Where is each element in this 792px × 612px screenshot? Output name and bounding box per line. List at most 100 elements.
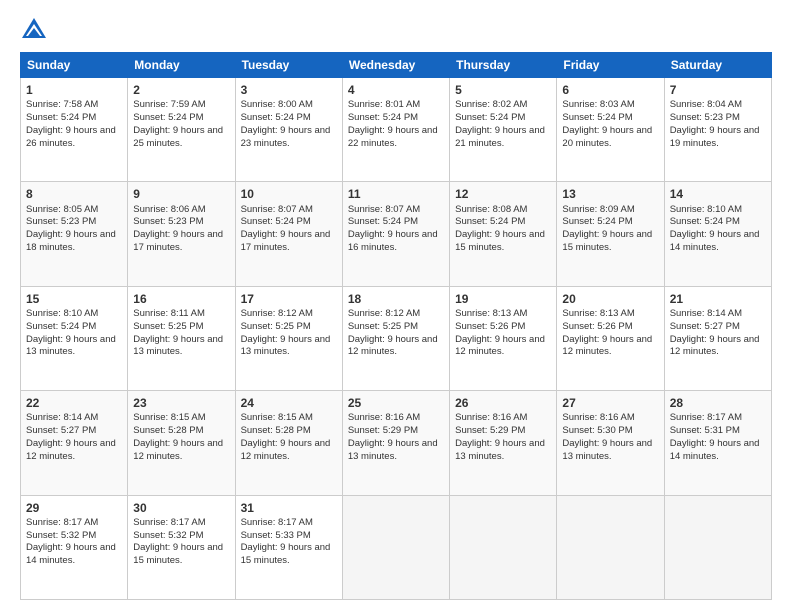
daylight-label: Daylight: 9 hours and 14 minutes. bbox=[670, 229, 760, 253]
sunset-label: Sunset: 5:24 PM bbox=[348, 216, 418, 227]
calendar-cell: 27 Sunrise: 8:16 AM Sunset: 5:30 PM Dayl… bbox=[557, 391, 664, 495]
sunrise-label: Sunrise: 8:10 AM bbox=[670, 204, 742, 215]
sunset-label: Sunset: 5:33 PM bbox=[241, 530, 311, 541]
calendar-table: SundayMondayTuesdayWednesdayThursdayFrid… bbox=[20, 52, 772, 600]
daylight-label: Daylight: 9 hours and 19 minutes. bbox=[670, 125, 760, 149]
sunset-label: Sunset: 5:26 PM bbox=[562, 321, 632, 332]
day-number: 14 bbox=[670, 186, 766, 202]
day-number: 22 bbox=[26, 395, 122, 411]
daylight-label: Daylight: 9 hours and 12 minutes. bbox=[348, 334, 438, 358]
daylight-label: Daylight: 9 hours and 17 minutes. bbox=[133, 229, 223, 253]
daylight-label: Daylight: 9 hours and 20 minutes. bbox=[562, 125, 652, 149]
day-number: 3 bbox=[241, 82, 337, 98]
calendar-cell: 13 Sunrise: 8:09 AM Sunset: 5:24 PM Dayl… bbox=[557, 182, 664, 286]
sunset-label: Sunset: 5:30 PM bbox=[562, 425, 632, 436]
sunset-label: Sunset: 5:24 PM bbox=[26, 112, 96, 123]
sunset-label: Sunset: 5:23 PM bbox=[133, 216, 203, 227]
calendar-week-4: 22 Sunrise: 8:14 AM Sunset: 5:27 PM Dayl… bbox=[21, 391, 772, 495]
calendar-cell: 18 Sunrise: 8:12 AM Sunset: 5:25 PM Dayl… bbox=[342, 286, 449, 390]
sunrise-label: Sunrise: 8:09 AM bbox=[562, 204, 634, 215]
daylight-label: Daylight: 9 hours and 15 minutes. bbox=[241, 542, 331, 566]
calendar-cell: 16 Sunrise: 8:11 AM Sunset: 5:25 PM Dayl… bbox=[128, 286, 235, 390]
sunset-label: Sunset: 5:27 PM bbox=[26, 425, 96, 436]
daylight-label: Daylight: 9 hours and 12 minutes. bbox=[670, 334, 760, 358]
calendar-cell: 3 Sunrise: 8:00 AM Sunset: 5:24 PM Dayli… bbox=[235, 78, 342, 182]
calendar-cell bbox=[557, 495, 664, 599]
day-number: 30 bbox=[133, 500, 229, 516]
weekday-header-friday: Friday bbox=[557, 53, 664, 78]
sunrise-label: Sunrise: 8:15 AM bbox=[241, 412, 313, 423]
calendar-cell: 30 Sunrise: 8:17 AM Sunset: 5:32 PM Dayl… bbox=[128, 495, 235, 599]
calendar-cell bbox=[342, 495, 449, 599]
sunset-label: Sunset: 5:29 PM bbox=[348, 425, 418, 436]
sunrise-label: Sunrise: 8:12 AM bbox=[348, 308, 420, 319]
sunset-label: Sunset: 5:24 PM bbox=[26, 321, 96, 332]
sunrise-label: Sunrise: 8:13 AM bbox=[455, 308, 527, 319]
sunrise-label: Sunrise: 8:06 AM bbox=[133, 204, 205, 215]
daylight-label: Daylight: 9 hours and 16 minutes. bbox=[348, 229, 438, 253]
daylight-label: Daylight: 9 hours and 14 minutes. bbox=[670, 438, 760, 462]
daylight-label: Daylight: 9 hours and 15 minutes. bbox=[455, 229, 545, 253]
sunset-label: Sunset: 5:24 PM bbox=[455, 112, 525, 123]
daylight-label: Daylight: 9 hours and 26 minutes. bbox=[26, 125, 116, 149]
sunrise-label: Sunrise: 8:14 AM bbox=[670, 308, 742, 319]
day-number: 16 bbox=[133, 291, 229, 307]
sunrise-label: Sunrise: 8:16 AM bbox=[455, 412, 527, 423]
logo bbox=[20, 16, 52, 44]
daylight-label: Daylight: 9 hours and 13 minutes. bbox=[455, 438, 545, 462]
daylight-label: Daylight: 9 hours and 12 minutes. bbox=[133, 438, 223, 462]
sunset-label: Sunset: 5:32 PM bbox=[133, 530, 203, 541]
weekday-header-sunday: Sunday bbox=[21, 53, 128, 78]
calendar-cell: 11 Sunrise: 8:07 AM Sunset: 5:24 PM Dayl… bbox=[342, 182, 449, 286]
day-number: 17 bbox=[241, 291, 337, 307]
day-number: 23 bbox=[133, 395, 229, 411]
sunrise-label: Sunrise: 7:58 AM bbox=[26, 99, 98, 110]
daylight-label: Daylight: 9 hours and 12 minutes. bbox=[241, 438, 331, 462]
sunrise-label: Sunrise: 8:17 AM bbox=[670, 412, 742, 423]
sunset-label: Sunset: 5:24 PM bbox=[670, 216, 740, 227]
day-number: 1 bbox=[26, 82, 122, 98]
calendar-cell: 21 Sunrise: 8:14 AM Sunset: 5:27 PM Dayl… bbox=[664, 286, 771, 390]
sunset-label: Sunset: 5:24 PM bbox=[241, 112, 311, 123]
sunset-label: Sunset: 5:25 PM bbox=[133, 321, 203, 332]
daylight-label: Daylight: 9 hours and 17 minutes. bbox=[241, 229, 331, 253]
weekday-header-saturday: Saturday bbox=[664, 53, 771, 78]
sunrise-label: Sunrise: 8:11 AM bbox=[133, 308, 205, 319]
day-number: 25 bbox=[348, 395, 444, 411]
sunrise-label: Sunrise: 8:10 AM bbox=[26, 308, 98, 319]
calendar-body: 1 Sunrise: 7:58 AM Sunset: 5:24 PM Dayli… bbox=[21, 78, 772, 600]
sunset-label: Sunset: 5:28 PM bbox=[241, 425, 311, 436]
sunrise-label: Sunrise: 8:08 AM bbox=[455, 204, 527, 215]
day-number: 9 bbox=[133, 186, 229, 202]
day-number: 28 bbox=[670, 395, 766, 411]
day-number: 13 bbox=[562, 186, 658, 202]
day-number: 19 bbox=[455, 291, 551, 307]
sunrise-label: Sunrise: 8:07 AM bbox=[348, 204, 420, 215]
calendar-cell: 17 Sunrise: 8:12 AM Sunset: 5:25 PM Dayl… bbox=[235, 286, 342, 390]
day-number: 5 bbox=[455, 82, 551, 98]
calendar-week-2: 8 Sunrise: 8:05 AM Sunset: 5:23 PM Dayli… bbox=[21, 182, 772, 286]
calendar-cell: 15 Sunrise: 8:10 AM Sunset: 5:24 PM Dayl… bbox=[21, 286, 128, 390]
calendar-cell: 24 Sunrise: 8:15 AM Sunset: 5:28 PM Dayl… bbox=[235, 391, 342, 495]
daylight-label: Daylight: 9 hours and 22 minutes. bbox=[348, 125, 438, 149]
day-number: 29 bbox=[26, 500, 122, 516]
sunrise-label: Sunrise: 8:03 AM bbox=[562, 99, 634, 110]
day-number: 8 bbox=[26, 186, 122, 202]
daylight-label: Daylight: 9 hours and 12 minutes. bbox=[26, 438, 116, 462]
sunset-label: Sunset: 5:28 PM bbox=[133, 425, 203, 436]
weekday-header-monday: Monday bbox=[128, 53, 235, 78]
weekday-header-tuesday: Tuesday bbox=[235, 53, 342, 78]
daylight-label: Daylight: 9 hours and 15 minutes. bbox=[133, 542, 223, 566]
daylight-label: Daylight: 9 hours and 23 minutes. bbox=[241, 125, 331, 149]
calendar-cell: 9 Sunrise: 8:06 AM Sunset: 5:23 PM Dayli… bbox=[128, 182, 235, 286]
day-number: 18 bbox=[348, 291, 444, 307]
sunrise-label: Sunrise: 8:02 AM bbox=[455, 99, 527, 110]
calendar-header-row: SundayMondayTuesdayWednesdayThursdayFrid… bbox=[21, 53, 772, 78]
day-number: 21 bbox=[670, 291, 766, 307]
sunrise-label: Sunrise: 8:13 AM bbox=[562, 308, 634, 319]
sunset-label: Sunset: 5:24 PM bbox=[133, 112, 203, 123]
day-number: 12 bbox=[455, 186, 551, 202]
day-number: 7 bbox=[670, 82, 766, 98]
sunrise-label: Sunrise: 8:16 AM bbox=[562, 412, 634, 423]
daylight-label: Daylight: 9 hours and 12 minutes. bbox=[562, 334, 652, 358]
